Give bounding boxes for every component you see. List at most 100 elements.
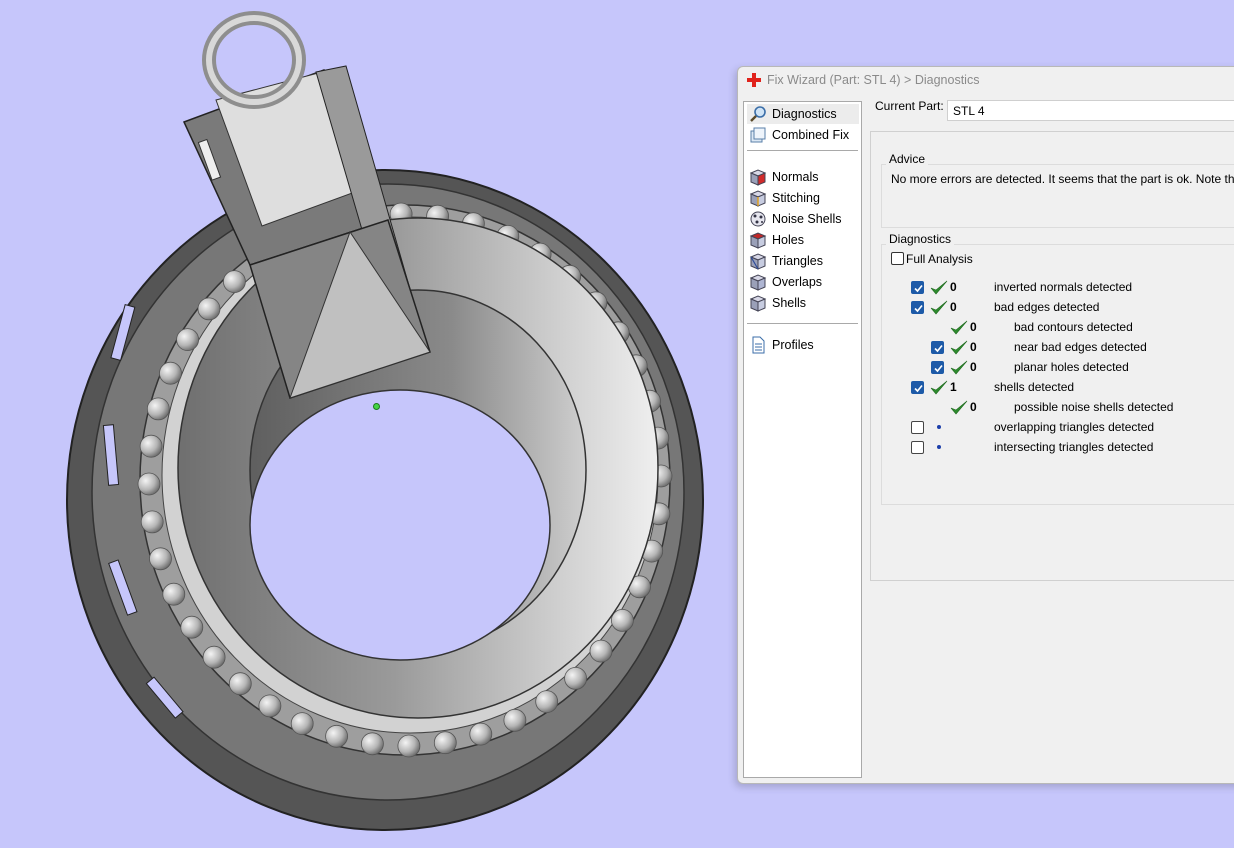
bearing-ball <box>139 434 163 458</box>
nav-item-label: Normals <box>772 170 819 184</box>
pending-dot-icon <box>937 425 941 429</box>
diagnostic-count: 0 <box>970 320 977 334</box>
diagnostic-label: overlapping triangles detected <box>994 420 1155 434</box>
diagnostic-count: 0 <box>950 280 957 294</box>
pending-dot-icon <box>937 445 941 449</box>
fix-wizard-window: Fix Wizard (Part: STL 4) > Diagnostics D… <box>737 66 1234 784</box>
wizard-nav-panel: Diagnostics Combined Fix Normals Stitchi… <box>743 101 862 778</box>
bearing-ball <box>589 639 613 663</box>
title-bar[interactable]: Fix Wizard (Part: STL 4) > Diagnostics <box>738 67 1234 93</box>
red-cross-icon <box>747 73 761 87</box>
diagnostic-label: bad edges detected <box>994 300 1100 314</box>
pivot-point-marker[interactable] <box>373 403 380 410</box>
green-check-icon <box>930 380 948 395</box>
diagnostics-group-title: Diagnostics <box>886 232 955 246</box>
bearing-ball <box>611 609 634 632</box>
nav-item-triangles[interactable]: Triangles <box>747 251 859 271</box>
full-analysis-label: Full Analysis <box>906 252 973 266</box>
nav-item-normals[interactable]: Normals <box>747 167 859 187</box>
green-check-icon <box>950 320 968 335</box>
bearing-ball <box>140 510 164 534</box>
window-title: Fix Wizard (Part: STL 4) > Diagnostics <box>767 73 980 87</box>
diagnostic-count: 0 <box>970 360 977 374</box>
bearing-ball <box>202 645 226 669</box>
nav-item-holes[interactable]: Holes <box>747 230 859 250</box>
normals-cube-icon <box>749 169 767 186</box>
nav-item-noise-shells[interactable]: Noise Shells <box>747 209 859 229</box>
bearing-ball <box>180 615 204 639</box>
bearing-ball <box>197 297 221 321</box>
diagnostic-count: 0 <box>970 400 977 414</box>
nav-item-shells[interactable]: Shells <box>747 293 859 313</box>
bearing-ball <box>137 472 161 496</box>
noise-shells-icon <box>750 211 766 227</box>
diagnostic-count: 0 <box>950 300 957 314</box>
nav-item-label: Shells <box>772 296 807 310</box>
shells-cube-icon <box>749 295 767 312</box>
nav-item-label: Stitching <box>772 191 820 205</box>
green-check-icon <box>950 360 968 375</box>
overlaps-cube-icon <box>749 274 767 291</box>
diagnostic-count: 0 <box>970 340 977 354</box>
diagnostic-label: intersecting triangles detected <box>994 440 1154 454</box>
combined-fix-icon <box>750 127 766 143</box>
bearing-ball <box>149 547 172 571</box>
bearing-ball <box>325 724 349 748</box>
bearing-ball <box>433 731 457 755</box>
diagnostic-checkbox[interactable] <box>931 341 944 354</box>
diagnostic-checkbox[interactable] <box>911 301 924 314</box>
nav-item-diagnostics[interactable]: Diagnostics <box>747 104 859 124</box>
nav-item-label: Triangles <box>772 254 823 268</box>
nav-item-stitching[interactable]: Stitching <box>747 188 859 208</box>
magnifier-icon <box>750 106 766 122</box>
green-check-icon <box>950 400 968 415</box>
diagnostic-checkbox[interactable] <box>931 361 944 374</box>
diagnostic-checkbox[interactable] <box>911 281 924 294</box>
bearing-ball <box>503 708 527 732</box>
bearing-ball <box>290 712 314 735</box>
bearing-pendant-model[interactable] <box>66 11 704 831</box>
diagnostic-label: bad contours detected <box>1014 320 1133 334</box>
nav-item-label: Diagnostics <box>772 107 837 121</box>
advice-text: No more errors are detected. It seems th… <box>891 172 1234 186</box>
diagnostic-count: 1 <box>950 380 957 394</box>
bearing-ball <box>228 672 252 696</box>
green-check-icon <box>930 280 948 295</box>
advice-group-title: Advice <box>886 152 929 166</box>
nav-item-label: Overlaps <box>772 275 823 289</box>
diagnostic-checkbox[interactable] <box>911 381 924 394</box>
nav-item-label: Holes <box>772 233 804 247</box>
diagnostic-label: possible noise shells detected <box>1014 400 1174 414</box>
current-part-field[interactable]: STL 4 <box>947 100 1234 121</box>
nav-item-combined-fix[interactable]: Combined Fix <box>747 125 859 145</box>
full-analysis-checkbox[interactable] <box>891 252 904 265</box>
diagnostic-label: inverted normals detected <box>994 280 1133 294</box>
nav-item-label: Profiles <box>772 338 814 352</box>
bearing-ball <box>176 328 200 352</box>
diagnostic-label: near bad edges detected <box>1014 340 1147 354</box>
bearing-ball <box>146 397 170 421</box>
nav-item-profiles[interactable]: Profiles <box>747 335 859 355</box>
diagnostic-label: shells detected <box>994 380 1075 394</box>
bearing-ball <box>564 667 587 690</box>
green-check-icon <box>950 340 968 355</box>
bearing-ball <box>162 582 186 606</box>
diagnostic-checkbox[interactable] <box>911 441 924 454</box>
bearing-ball <box>258 694 282 718</box>
nav-divider <box>747 323 858 324</box>
stitching-cube-icon <box>749 190 767 207</box>
bearing-ball <box>397 734 421 758</box>
bearing-ball <box>469 722 493 746</box>
diagnostic-checkbox[interactable] <box>911 421 924 434</box>
document-icon <box>752 336 765 354</box>
nav-item-overlaps[interactable]: Overlaps <box>747 272 859 292</box>
triangles-cube-icon <box>749 253 767 270</box>
bearing-ball <box>222 270 246 294</box>
nav-divider <box>747 150 858 151</box>
bearing-ball <box>159 361 182 385</box>
green-check-icon <box>930 300 948 315</box>
nav-item-label: Combined Fix <box>772 128 850 142</box>
current-part-label: Current Part: <box>875 99 944 113</box>
nav-item-label: Noise Shells <box>772 212 842 226</box>
bearing-ball <box>535 690 559 713</box>
